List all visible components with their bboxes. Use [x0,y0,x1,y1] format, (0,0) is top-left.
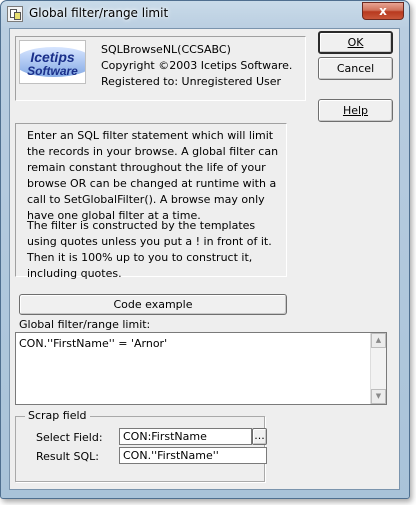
window-frame: Global filter/range limit x Icetips Soft… [0,0,410,499]
code-example-button[interactable]: Code example [19,294,287,315]
cancel-label: Cancel [336,62,375,75]
filter-scrollbar[interactable]: ▲ ▼ [370,333,386,404]
app-icon [7,6,23,22]
result-sql-input[interactable]: CON.''FirstName'' [119,447,267,464]
registration-text: Registered to: Unregistered User [101,75,282,88]
ellipsis-label: ... [254,429,265,442]
dialog-body: Icetips Software SQLBrowseNL(CCSABC) Cop… [9,28,400,490]
logo-line-1: Icetips [30,49,75,65]
scroll-up-arrow-icon[interactable]: ▲ [371,333,386,348]
select-field-input[interactable]: CON:FirstName [119,428,252,445]
icetips-logo: Icetips Software [19,40,86,84]
help-button[interactable]: Help [318,99,393,122]
description-panel: Enter an SQL filter statement which will… [15,123,287,280]
logo-line-2: Software [27,64,78,78]
copyright-text: Copyright ©2003 Icetips Software. [101,59,293,72]
description-paragraph-1: Enter an SQL filter statement which will… [27,129,279,222]
product-name: SQLBrowseNL(CCSABC) [101,43,231,56]
description-paragraph-2: The filter is constructed by the templat… [27,219,272,280]
ok-label: OK [347,36,364,49]
filter-textarea[interactable]: CON.''FirstName'' = 'Arnor' ▲ ▼ [15,332,387,405]
scroll-down-arrow-icon[interactable]: ▼ [371,389,386,404]
select-field-browse-button[interactable]: ... [252,428,267,445]
window-title: Global filter/range limit [29,6,169,20]
help-label: Help [342,104,369,117]
ok-button[interactable]: OK [318,31,393,54]
close-icon: x [379,4,387,18]
code-example-label: Code example [113,298,193,311]
close-button[interactable]: x [362,2,404,20]
filter-value: CON.''FirstName'' = 'Arnor' [19,337,168,350]
title-bar[interactable]: Global filter/range limit x [1,1,409,27]
scrap-field-caption: Scrap field [25,409,90,422]
select-field-label: Select Field: [36,431,103,444]
about-panel: Icetips Software SQLBrowseNL(CCSABC) Cop… [15,36,306,101]
result-sql-label: Result SQL: [36,450,99,463]
filter-label: Global filter/range limit: [19,318,151,331]
cancel-button[interactable]: Cancel [318,57,393,80]
